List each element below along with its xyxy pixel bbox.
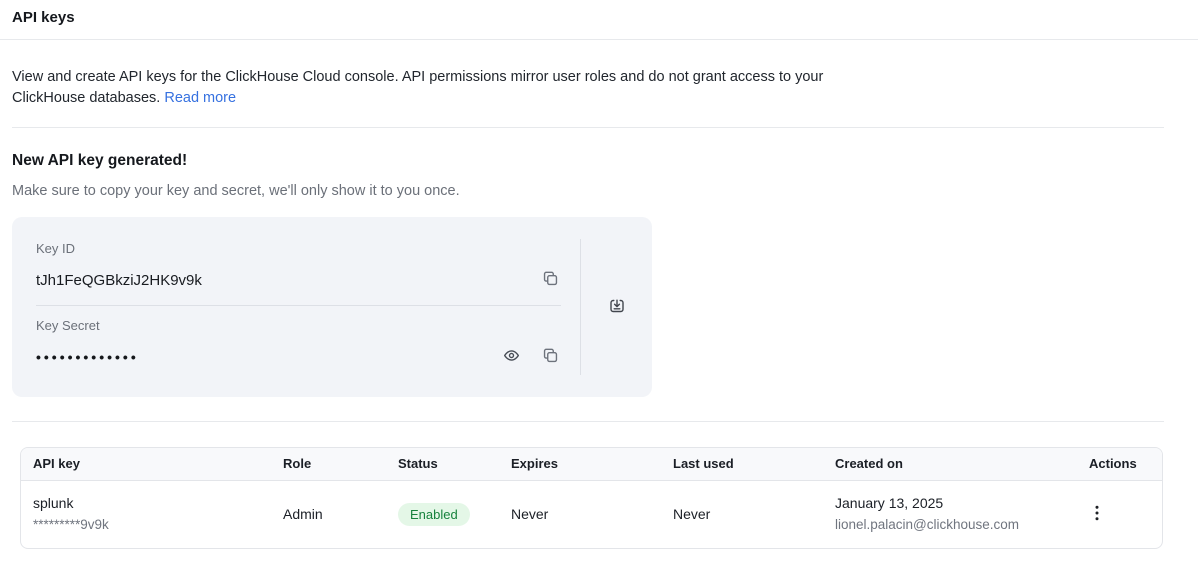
page-header: API keys xyxy=(0,0,1198,40)
copy-icon xyxy=(542,270,559,290)
table-header-row: API key Role Status Expires Last used Cr… xyxy=(21,448,1162,480)
key-card-fields: Key ID tJh1FeQGBkziJ2HK9v9k Key Sec xyxy=(12,217,580,397)
section-divider xyxy=(12,421,1164,422)
page-description: View and create API keys for the ClickHo… xyxy=(12,67,824,109)
column-header-role: Role xyxy=(271,448,386,480)
download-icon xyxy=(608,297,626,318)
description-text: View and create API keys for the ClickHo… xyxy=(12,69,823,106)
key-id-label: Key ID xyxy=(36,241,561,257)
content-area: View and create API keys for the ClickHo… xyxy=(0,67,1198,549)
key-id-value: tJh1FeQGBkziJ2HK9v9k xyxy=(36,272,202,289)
column-header-actions: Actions xyxy=(1077,448,1162,480)
cell-last-used: Never xyxy=(661,480,823,548)
column-header-last-used: Last used xyxy=(661,448,823,480)
cell-status: Enabled xyxy=(386,480,499,548)
key-card-divider xyxy=(36,305,561,306)
column-header-status: Status xyxy=(386,448,499,480)
new-key-card: Key ID tJh1FeQGBkziJ2HK9v9k Key Sec xyxy=(12,217,652,397)
new-key-banner-title: New API key generated! xyxy=(12,152,1164,170)
page-title: API keys xyxy=(12,9,1186,26)
section-divider xyxy=(12,127,1164,128)
copy-secret-button[interactable] xyxy=(540,345,561,369)
key-id-row: tJh1FeQGBkziJ2HK9v9k xyxy=(36,265,561,295)
table-row: splunk *********9v9k Admin Enabled Never… xyxy=(21,480,1162,548)
key-secret-row: ••••••••••••• xyxy=(36,342,561,372)
column-header-expires: Expires xyxy=(499,448,661,480)
api-keys-table: API key Role Status Expires Last used Cr… xyxy=(20,447,1163,549)
cell-created-on: January 13, 2025 lionel.palacin@clickhou… xyxy=(823,480,1077,548)
column-header-api-key: API key xyxy=(21,448,271,480)
download-key-button[interactable] xyxy=(606,295,628,320)
reveal-secret-button[interactable] xyxy=(501,345,522,369)
cell-api-key: splunk *********9v9k xyxy=(21,480,271,548)
read-more-link[interactable]: Read more xyxy=(164,90,236,106)
cell-expires: Never xyxy=(499,480,661,548)
eye-icon xyxy=(503,347,520,367)
api-key-name: splunk xyxy=(33,494,259,513)
cell-actions xyxy=(1077,480,1162,548)
copy-key-id-button[interactable] xyxy=(540,268,561,292)
cell-role: Admin xyxy=(271,480,386,548)
api-key-masked: *********9v9k xyxy=(33,515,259,534)
key-secret-masked-value: ••••••••••••• xyxy=(36,349,139,365)
key-card-side-panel xyxy=(580,239,652,375)
copy-icon xyxy=(542,347,559,367)
column-header-created-on: Created on xyxy=(823,448,1077,480)
kebab-menu-icon xyxy=(1095,509,1099,524)
created-date: January 13, 2025 xyxy=(835,494,1065,513)
key-secret-label: Key Secret xyxy=(36,318,561,334)
new-key-banner-subtitle: Make sure to copy your key and secret, w… xyxy=(12,183,1164,199)
status-badge: Enabled xyxy=(398,503,470,526)
row-actions-button[interactable] xyxy=(1089,501,1105,528)
created-by-email: lionel.palacin@clickhouse.com xyxy=(835,515,1065,534)
